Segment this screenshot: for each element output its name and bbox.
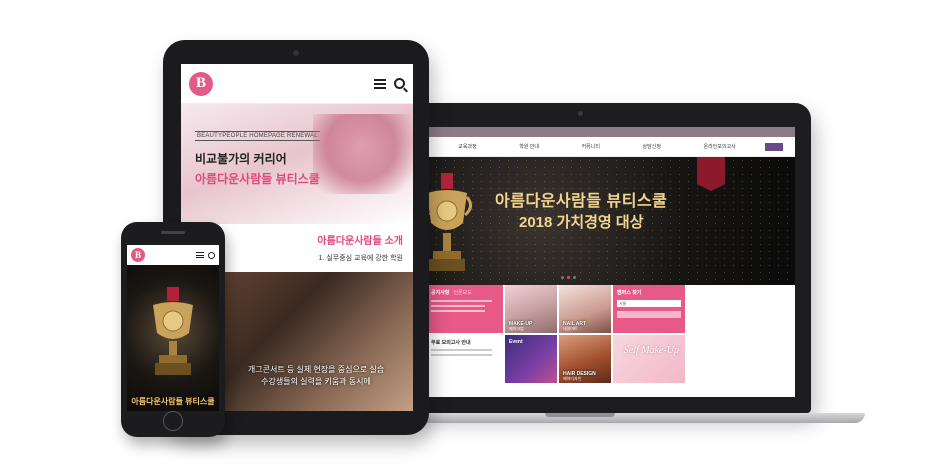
laptop-notch xyxy=(545,413,615,417)
phone-speaker xyxy=(161,231,185,234)
phone-screen: B 아름다운사람들 뷰티스쿨 xyxy=(127,245,219,411)
hair-sublabel: 헤어디자인 xyxy=(563,376,582,381)
hair-course-card[interactable]: HAIR DESIGN 헤어디자인 xyxy=(559,335,611,383)
nav-item-about[interactable]: 학원 안내 xyxy=(519,143,539,150)
slider-dots[interactable] xyxy=(561,276,576,279)
slider-dot-active[interactable] xyxy=(567,276,570,279)
photo-caption-line-2: 수강생들의 실력을 키움과 동시에 xyxy=(261,377,371,386)
hero-title-2: 2018 가치경영 대상 xyxy=(519,214,644,231)
laptop-nav-bar: B 교육과정 학원 안내 커뮤니티 상담신청 온라인모의고사 xyxy=(369,137,795,157)
content-grid: 공지사항 언론보도 MAKE-UP 메이크업 NAIL ART 네일아트 캠퍼스 … xyxy=(427,285,719,383)
tablet-hero: BEAUTYPEOPLE HOMEPAGE RENEWAL 비교불가의 커리어 … xyxy=(181,104,413,224)
phone: B 아름다운사람들 뷰티스쿨 xyxy=(121,222,225,437)
nav-badge[interactable] xyxy=(765,142,783,151)
nav-menu: 교육과정 학원 안내 커뮤니티 상담신청 온라인모의고사 xyxy=(437,143,757,150)
mock-exam-line xyxy=(431,349,493,351)
nail-course-card[interactable]: NAIL ART 네일아트 xyxy=(559,285,611,333)
hero-title-1: 아름다운사람들 뷰티스쿨 xyxy=(495,193,668,210)
logo-b-icon[interactable]: B xyxy=(189,71,213,96)
tab-notice[interactable]: 공지사항 xyxy=(431,290,449,296)
laptop-hero-banner[interactable]: 아름다운사람들 뷰티스쿨 2018 가치경영 대상 xyxy=(369,157,795,285)
laptop-utility-bar xyxy=(369,127,795,137)
logo-b-icon[interactable]: B xyxy=(131,248,145,262)
search-icon[interactable] xyxy=(208,251,215,259)
phone-header-icons xyxy=(196,251,215,259)
mock-exam-box[interactable]: 무료 모의고사 안내 xyxy=(427,335,503,383)
slider-dot[interactable] xyxy=(573,276,576,279)
award-ribbon-icon xyxy=(697,157,725,191)
laptop-screen: B 교육과정 학원 안내 커뮤니티 상담신청 온라인모의고사 xyxy=(369,127,795,397)
phone-header: B xyxy=(127,245,219,265)
makeup-course-card[interactable]: MAKE-UP 메이크업 xyxy=(505,285,557,333)
notice-item[interactable] xyxy=(431,300,493,302)
phone-hero[interactable]: 아름다운사람들 뷰티스쿨 xyxy=(127,265,219,411)
nav-item-courses[interactable]: 교육과정 xyxy=(458,143,476,150)
campus-search-button[interactable] xyxy=(617,311,681,318)
tab-press[interactable]: 언론보도 xyxy=(453,290,471,296)
photo-caption-line-1: 개그콘서트 등 실제 현장을 중심으로 실습 xyxy=(247,365,385,374)
hamburger-icon[interactable] xyxy=(196,252,204,258)
campus-finder-title: 캠퍼스 찾기 xyxy=(617,290,642,296)
mock-exam-title: 무료 모의고사 안내 xyxy=(431,340,471,346)
photo-caption: 개그콘서트 등 실제 현장을 중심으로 실습 수강생들의 실력을 키움과 동시에 xyxy=(219,364,413,388)
self-makeup-banner[interactable]: Self Make-Up xyxy=(613,335,685,383)
nail-sublabel: 네일아트 xyxy=(563,326,578,331)
trophy-icon xyxy=(153,287,193,375)
campus-select[interactable]: 서울 xyxy=(617,300,681,307)
laptop-camera xyxy=(578,111,583,116)
mock-exam-line xyxy=(431,354,493,356)
hero-tag: BEAUTYPEOPLE HOMEPAGE RENEWAL xyxy=(195,131,320,141)
home-button[interactable] xyxy=(163,411,183,431)
notice-tabs: 공지사항 언론보도 xyxy=(431,289,499,296)
tablet-camera xyxy=(293,50,299,56)
tablet-header-icons xyxy=(374,78,405,89)
nav-item-mock-exam[interactable]: 온라인모의고사 xyxy=(703,143,735,150)
search-icon[interactable] xyxy=(394,78,405,89)
campus-finder-box: 캠퍼스 찾기 서울 xyxy=(613,285,685,333)
event-title: Event xyxy=(509,339,523,345)
nav-item-consult[interactable]: 상담신청 xyxy=(643,143,661,150)
hero-decor-image xyxy=(313,114,413,194)
slider-dot[interactable] xyxy=(561,276,564,279)
event-card[interactable]: Event xyxy=(505,335,557,383)
hamburger-icon[interactable] xyxy=(374,78,386,89)
notice-item[interactable] xyxy=(431,305,486,307)
notice-box[interactable]: 공지사항 언론보도 xyxy=(427,285,503,333)
tablet-header: B xyxy=(181,64,413,104)
notice-item[interactable] xyxy=(431,310,486,312)
makeup-sublabel: 메이크업 xyxy=(509,326,524,331)
self-makeup-text: Self Make-Up xyxy=(623,345,679,356)
device-mockup-scene: B 교육과정 학원 안내 커뮤니티 상담신청 온라인모의고사 xyxy=(0,0,940,473)
nav-item-community[interactable]: 커뮤니티 xyxy=(582,143,600,150)
phone-banner-text: 아름다운사람들 뷰티스쿨 xyxy=(131,397,215,406)
